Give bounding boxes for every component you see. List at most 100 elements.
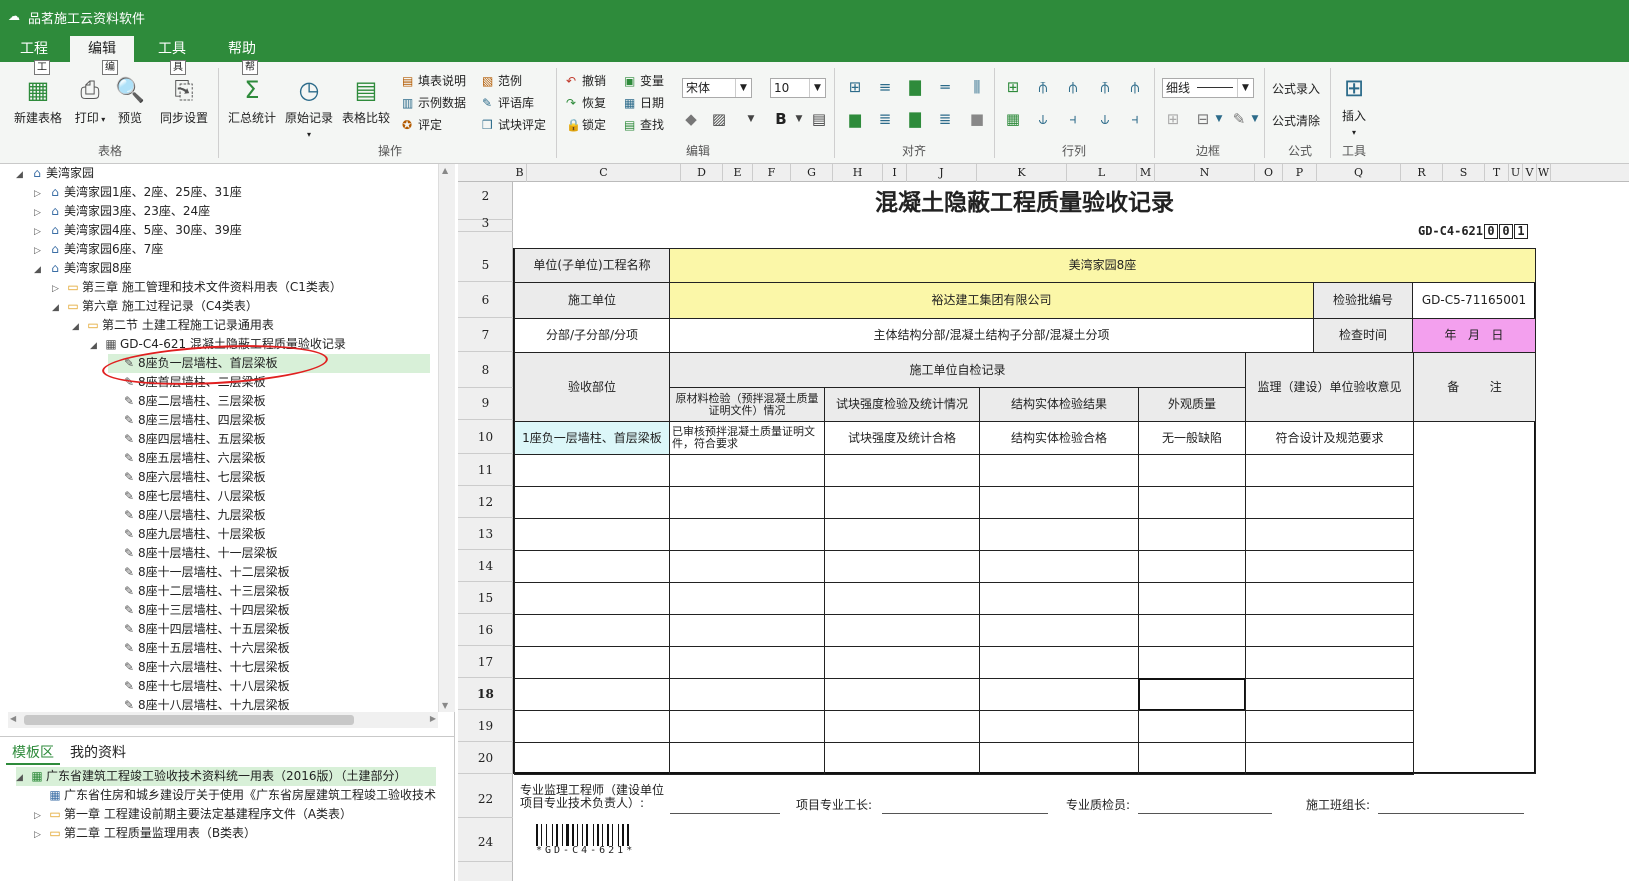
table-cell[interactable]: [979, 454, 1139, 487]
scroll-up-icon[interactable]: ▲: [442, 166, 448, 175]
summary-stats-button[interactable]: Σ 汇总统计: [226, 74, 278, 126]
split-left-icon[interactable]: ⫝: [1032, 108, 1054, 130]
appearance-header[interactable]: 外观质量: [1138, 387, 1246, 422]
tree-horizontal-scrollbar[interactable]: ◀ ▶: [8, 712, 438, 728]
table-cell[interactable]: [824, 582, 980, 615]
align-middle-icon[interactable]: ▇: [904, 76, 926, 98]
scroll-left-icon[interactable]: ◀: [10, 714, 16, 723]
table-cell[interactable]: [1245, 678, 1414, 711]
tree-item[interactable]: ✎ 8座十二层墙柱、十三层梁板: [108, 582, 290, 601]
redo-button[interactable]: ↷ 恢复: [566, 94, 606, 111]
expanded-arrow-icon[interactable]: ◢: [90, 337, 102, 356]
border-all-icon[interactable]: ⊞: [1162, 108, 1184, 130]
template-tree-item[interactable]: ◢ ▦ 广东省建筑工程竣工验收技术资料统一用表（2016版）（土建部分）: [16, 767, 436, 786]
tree-item[interactable]: ◢ ⌂ 美湾家园: [16, 164, 94, 183]
table-cell[interactable]: [1138, 582, 1246, 615]
chevron-down-icon[interactable]: ▼: [1208, 108, 1230, 130]
table-cell[interactable]: [1138, 710, 1246, 743]
find-button[interactable]: ▤ 查找: [624, 116, 664, 133]
align-left-icon[interactable]: ≣: [874, 108, 896, 130]
column-header-cell[interactable]: O: [1255, 164, 1283, 182]
row-header-cell[interactable]: 17: [458, 646, 513, 678]
table-cell[interactable]: [669, 518, 825, 551]
font-family-select[interactable]: 宋体 ▼: [682, 78, 752, 98]
table-cell[interactable]: [1138, 486, 1246, 519]
tree-item[interactable]: ✎ 8座十七层墙柱、十八层梁板: [108, 677, 290, 696]
tree-item[interactable]: ✎ 8座四层墙柱、五层梁板: [108, 430, 266, 449]
table-cell[interactable]: [1245, 614, 1414, 647]
tree-item[interactable]: ▷ ⌂ 美湾家园6座、7座: [34, 240, 163, 259]
row-header-cell[interactable]: 19: [458, 710, 513, 742]
column-header-cell[interactable]: Q: [1317, 164, 1401, 182]
table-cell[interactable]: [669, 582, 825, 615]
tree-item[interactable]: ◢ ▭ 第六章 施工过程记录（C4类表）: [52, 297, 258, 316]
column-header-cell[interactable]: S: [1443, 164, 1485, 182]
table-cell[interactable]: [979, 742, 1139, 775]
undo-button[interactable]: ↶ 撤销: [566, 72, 606, 89]
table-cell[interactable]: [979, 646, 1139, 679]
column-header-cell[interactable]: F: [753, 164, 791, 182]
distribute-icon[interactable]: ⫼: [966, 76, 988, 98]
team-leader-signature-field[interactable]: [1378, 780, 1524, 814]
align-left-fill-icon[interactable]: ▆: [844, 108, 866, 130]
scroll-down-icon[interactable]: ▼: [442, 701, 448, 710]
table-cell[interactable]: [979, 614, 1139, 647]
table-cell[interactable]: [669, 678, 825, 711]
table-cell[interactable]: [669, 614, 825, 647]
column-header-cell[interactable]: R: [1401, 164, 1443, 182]
tree-item[interactable]: ✎ 8座十一层墙柱、十二层梁板: [108, 563, 290, 582]
engineer-signature-field[interactable]: [670, 780, 780, 814]
tree-item[interactable]: ✎ 8座三层墙柱、四层梁板: [108, 411, 266, 430]
table-cell[interactable]: [669, 646, 825, 679]
table-cell[interactable]: [514, 710, 670, 743]
column-header-cell[interactable]: W: [1537, 164, 1551, 182]
table-cell[interactable]: [669, 550, 825, 583]
chevron-down-icon[interactable]: ▼: [1244, 108, 1266, 130]
column-header-cell[interactable]: I: [883, 164, 907, 182]
table-cell[interactable]: [824, 678, 980, 711]
appearance-cell[interactable]: 无一般缺陷: [1138, 421, 1246, 455]
align-bottom-icon[interactable]: ═: [934, 76, 956, 98]
justify-icon[interactable]: ■: [966, 108, 988, 130]
expanded-arrow-icon[interactable]: ◢: [52, 299, 64, 318]
foreman-signature-field[interactable]: [882, 780, 1048, 814]
remark-header[interactable]: 备 注: [1413, 352, 1536, 422]
tree-item[interactable]: ✎ 8座十六层墙柱、十七层梁板: [108, 658, 290, 677]
table-cell[interactable]: [514, 614, 670, 647]
table-cell[interactable]: [979, 710, 1139, 743]
raw-record-button[interactable]: ◷ 原始记录 ▾: [282, 74, 336, 140]
construction-unit-value[interactable]: 裕达建工集团有限公司: [669, 282, 1314, 319]
tab-edit[interactable]: 编辑: [70, 36, 134, 62]
tree-item[interactable]: ▷ ⌂ 美湾家园1座、2座、25座、31座: [34, 183, 242, 202]
table-cell[interactable]: [1245, 454, 1414, 487]
table-cell[interactable]: [514, 742, 670, 775]
column-header-cell[interactable]: T: [1485, 164, 1509, 182]
tab-project[interactable]: 工程: [2, 36, 66, 62]
split-down-icon[interactable]: ⫝: [1094, 108, 1116, 130]
table-cell[interactable]: [824, 646, 980, 679]
check-time-label[interactable]: 检查时间: [1313, 318, 1413, 353]
column-header-cell[interactable]: C: [527, 164, 681, 182]
table-cell[interactable]: [1138, 518, 1246, 551]
column-header-cell[interactable]: D: [681, 164, 723, 182]
supervision-opinion-cell[interactable]: 符合设计及规范要求: [1245, 421, 1414, 455]
column-header-cell[interactable]: U: [1509, 164, 1523, 182]
tree-item[interactable]: ▷ ⌂ 美湾家园3座、23座、24座: [34, 202, 210, 221]
tree-item[interactable]: ✎ 8座六层墙柱、七层梁板: [108, 468, 266, 487]
chevron-down-icon[interactable]: ▼: [740, 108, 762, 130]
expanded-arrow-icon[interactable]: ◢: [72, 318, 84, 337]
row-header-cell[interactable]: 11: [458, 454, 513, 486]
table-cell[interactable]: [824, 550, 980, 583]
expanded-arrow-icon[interactable]: ◢: [34, 261, 46, 280]
row-header-cell[interactable]: 9: [458, 386, 513, 420]
row-header-cell[interactable]: 12: [458, 486, 513, 518]
tree-item[interactable]: ✎ 8座七层墙柱、八层梁板: [108, 487, 266, 506]
row-header-cell[interactable]: 13: [458, 518, 513, 550]
table-cell[interactable]: [824, 742, 980, 775]
formula-input-button[interactable]: 公式录入: [1272, 80, 1320, 97]
tree-item[interactable]: ✎ 8座五层墙柱、六层梁板: [108, 449, 266, 468]
preview-button[interactable]: 🔍 预览: [112, 74, 148, 126]
font-size-select[interactable]: 10 ▼: [770, 78, 826, 98]
table-cell[interactable]: [1245, 646, 1414, 679]
table-cell[interactable]: [1245, 486, 1414, 519]
